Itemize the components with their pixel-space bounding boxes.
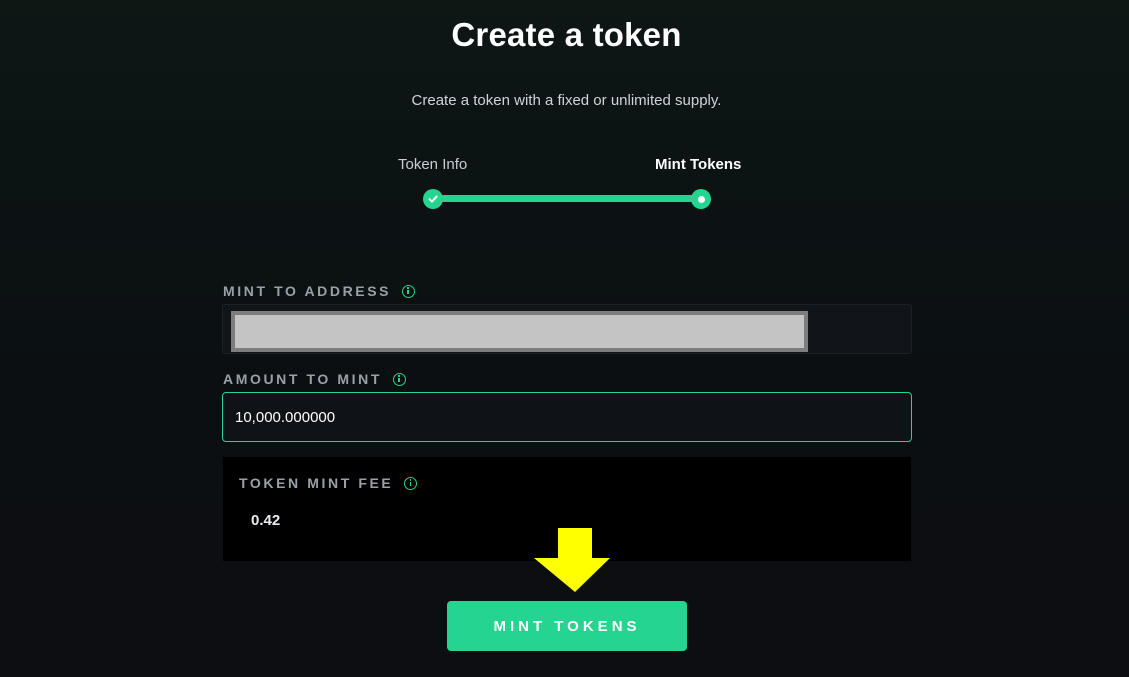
step-token-info-label: Token Info	[398, 156, 468, 173]
check-icon	[428, 195, 438, 203]
current-step-dot-icon	[697, 195, 705, 203]
mint-tokens-button[interactable]: MINT TOKENS	[447, 601, 687, 651]
arrow-down-icon	[534, 528, 610, 592]
info-icon[interactable]	[404, 476, 418, 490]
mint-to-address-label-text: MINT TO ADDRESS	[223, 283, 392, 299]
stepper-progress-track	[433, 195, 702, 202]
step-mint-tokens-dot	[691, 189, 711, 209]
amount-to-mint-input[interactable]	[222, 392, 912, 442]
mint-to-address-label: MINT TO ADDRESS	[223, 283, 416, 299]
step-mint-tokens-label: Mint Tokens	[655, 156, 742, 173]
token-mint-fee-label: TOKEN MINT FEE	[239, 475, 418, 491]
step-token-info-dot	[423, 189, 443, 209]
token-mint-fee-value: 0.42	[251, 512, 281, 529]
info-icon[interactable]	[402, 284, 416, 298]
amount-to-mint-label: AMOUNT TO MINT	[223, 371, 407, 387]
page-title: Create a token	[451, 16, 682, 53]
redacted-address-value	[231, 311, 808, 352]
mint-to-address-field[interactable]	[222, 304, 912, 354]
info-icon[interactable]	[393, 372, 407, 386]
create-token-page: Create a token Create a token with a fix…	[0, 0, 1129, 677]
amount-to-mint-label-text: AMOUNT TO MINT	[223, 371, 383, 387]
token-mint-fee-label-text: TOKEN MINT FEE	[239, 475, 394, 491]
page-subtitle: Create a token with a fixed or unlimited…	[411, 92, 722, 109]
